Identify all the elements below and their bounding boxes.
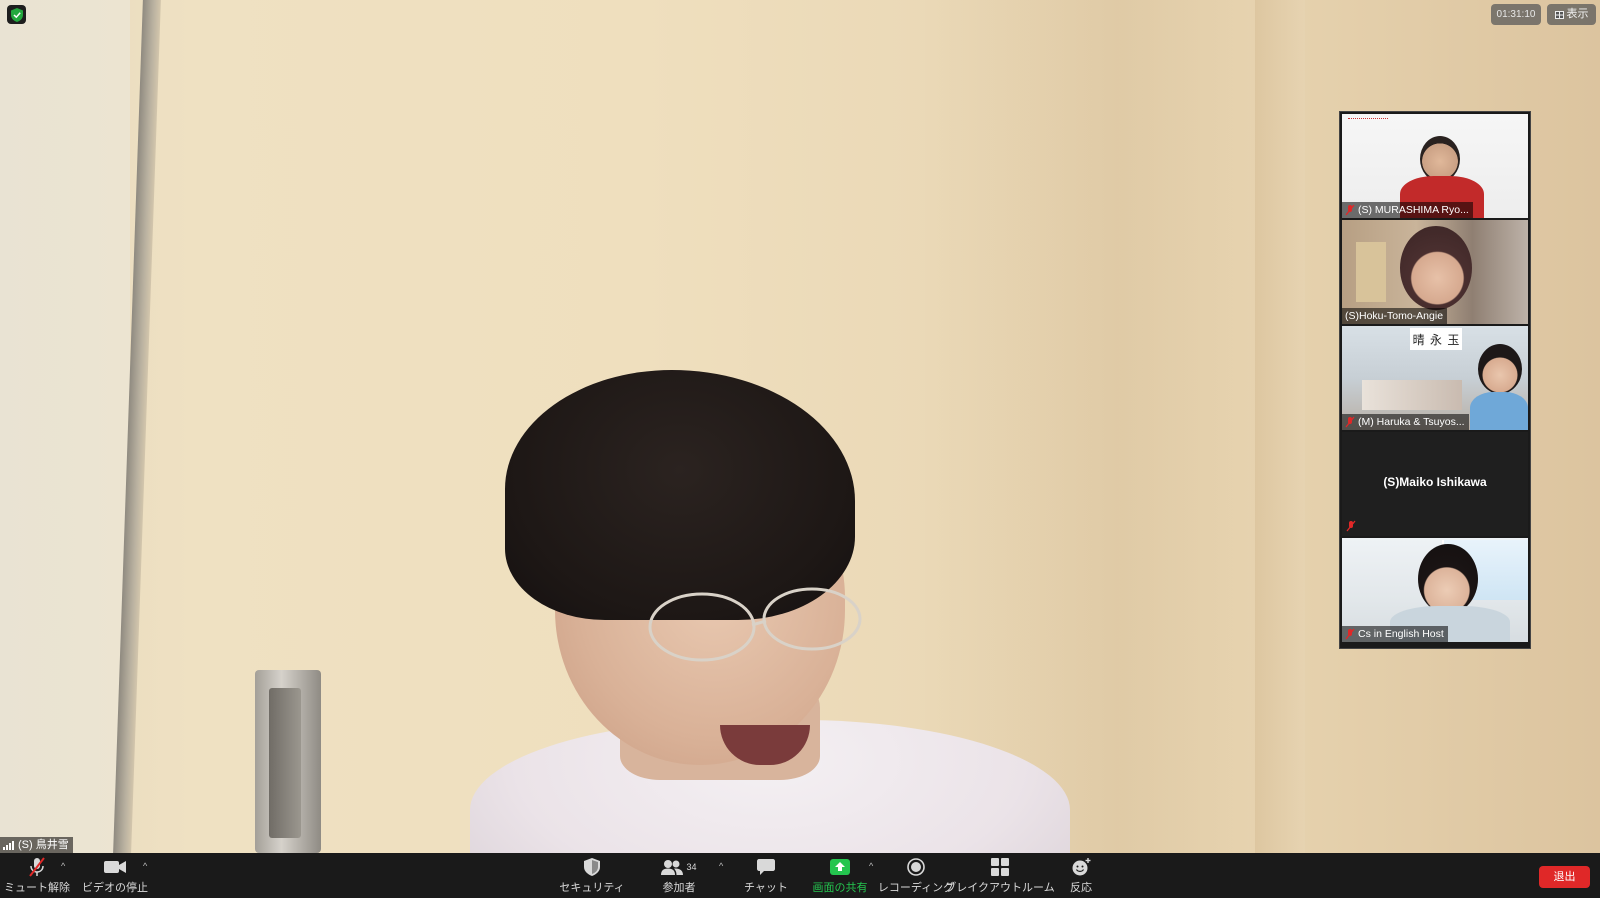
- mic-off-icon: [1345, 416, 1355, 428]
- chat-bubble-icon: [757, 858, 775, 875]
- stop-video-label: ビデオの停止: [82, 881, 148, 894]
- participant-name: (S)Hoku-Tomo-Angie: [1345, 310, 1444, 322]
- record-circle-icon: [907, 857, 925, 876]
- security-shield-icon[interactable]: [7, 5, 26, 24]
- video-background-shadow: [920, 0, 1250, 853]
- meeting-toolbar: ミュート解除 ^ ビデオの停止 ^ セキュリティ 34 参加者 ^ チャット 画…: [0, 853, 1600, 898]
- breakout-rooms-button[interactable]: ブレイクアウトルーム: [945, 853, 1055, 898]
- participant-avatar: [1400, 226, 1472, 310]
- participant-name: (S) MURASHIMA Ryo...: [1358, 204, 1469, 216]
- chat-button[interactable]: チャット: [744, 853, 788, 898]
- sign-character: 永: [1429, 332, 1442, 347]
- tile-sign-board: 晴 永 玉: [1410, 328, 1462, 350]
- participant-name-label: (M) Haruka & Tsuyos...: [1342, 414, 1469, 430]
- participant-name-label: (S)Hoku-Tomo-Angie: [1342, 308, 1448, 324]
- share-screen-label: 画面の共有: [812, 881, 868, 894]
- reactions-label: 反応: [1070, 881, 1092, 894]
- participant-tile[interactable]: Cs in English Host: [1342, 538, 1528, 642]
- video-background-door: [0, 0, 130, 853]
- participant-name-label: (S) MURASHIMA Ryo...: [1342, 202, 1473, 218]
- video-background-door-handle: [255, 670, 321, 853]
- share-options-caret-icon[interactable]: ^: [869, 861, 873, 871]
- sign-character: 玉: [1447, 332, 1460, 347]
- participant-name: Cs in English Host: [1358, 628, 1444, 640]
- share-screen-button[interactable]: 画面の共有: [812, 853, 868, 898]
- participant-tile[interactable]: 晴 永 玉 (M) Haruka & Tsuyos...: [1342, 326, 1528, 430]
- view-button[interactable]: 表示: [1547, 4, 1596, 25]
- tile-whiteboard-scribble: [1348, 118, 1388, 139]
- participant-name-center: (S)Maiko Ishikawa: [1383, 475, 1487, 489]
- breakout-rooms-label: ブレイクアウトルーム: [945, 881, 1055, 894]
- tile-table-items: [1362, 380, 1462, 410]
- people-icon: [661, 859, 684, 875]
- video-options-caret-icon[interactable]: ^: [143, 861, 147, 871]
- grid-four-icon: [991, 857, 1009, 876]
- unmute-label: ミュート解除: [4, 881, 70, 894]
- shield-check-icon: [10, 7, 23, 22]
- participants-label: 参加者: [662, 881, 696, 894]
- stop-video-button[interactable]: ビデオの停止: [82, 853, 148, 898]
- participant-shirt: [1470, 392, 1528, 430]
- share-up-arrow-icon: [830, 858, 850, 875]
- video-camera-icon: [104, 860, 126, 873]
- meeting-timer: 01:31:10: [1491, 4, 1541, 25]
- participant-name-label: Cs in English Host: [1342, 626, 1448, 642]
- security-label: セキュリティ: [559, 881, 625, 894]
- leave-meeting-button[interactable]: 退出: [1539, 866, 1590, 888]
- smiley-plus-icon: [1072, 857, 1091, 875]
- participant-avatar: [1478, 344, 1522, 394]
- mic-off-icon: [1345, 204, 1355, 216]
- participant-name: (M) Haruka & Tsuyos...: [1358, 416, 1465, 428]
- participant-tile[interactable]: (S)Hoku-Tomo-Angie: [1342, 220, 1528, 324]
- reactions-button[interactable]: 反応: [1066, 853, 1096, 898]
- mic-off-icon: [29, 856, 45, 877]
- participant-tile[interactable]: (S) MURASHIMA Ryo...: [1342, 114, 1528, 218]
- active-speaker-label: (S) 鳥井雪: [0, 837, 73, 853]
- audio-options-caret-icon[interactable]: ^: [61, 861, 65, 871]
- grid-view-icon: [1554, 10, 1564, 19]
- security-button[interactable]: セキュリティ: [559, 853, 625, 898]
- unmute-button[interactable]: ミュート解除: [4, 853, 70, 898]
- participants-button[interactable]: 34 参加者: [658, 853, 700, 898]
- sign-character: 晴: [1412, 332, 1425, 347]
- recording-label: レコーディング: [877, 881, 955, 894]
- participant-gallery-strip[interactable]: (S) MURASHIMA Ryo... (S)Hoku-Tomo-Angie …: [1339, 111, 1531, 649]
- video-background-corner: [1255, 0, 1305, 853]
- connection-signal-icon: [3, 840, 14, 850]
- shield-icon: [584, 857, 600, 876]
- participants-count: 34: [686, 861, 697, 872]
- participants-options-caret-icon[interactable]: ^: [719, 861, 723, 871]
- chat-label: チャット: [744, 881, 788, 894]
- active-speaker-name: (S) 鳥井雪: [18, 839, 69, 851]
- recording-button[interactable]: レコーディング: [878, 853, 954, 898]
- view-button-label: 表示: [1566, 8, 1589, 20]
- tile-background-shelf: [1356, 242, 1386, 302]
- speaker-glasses: [648, 587, 862, 662]
- mic-off-icon: [1346, 520, 1356, 532]
- participant-tile[interactable]: (S)Maiko Ishikawa: [1342, 432, 1528, 536]
- mic-off-icon: [1345, 628, 1355, 640]
- speaker-hair: [505, 370, 855, 620]
- participant-avatar: [1418, 544, 1478, 614]
